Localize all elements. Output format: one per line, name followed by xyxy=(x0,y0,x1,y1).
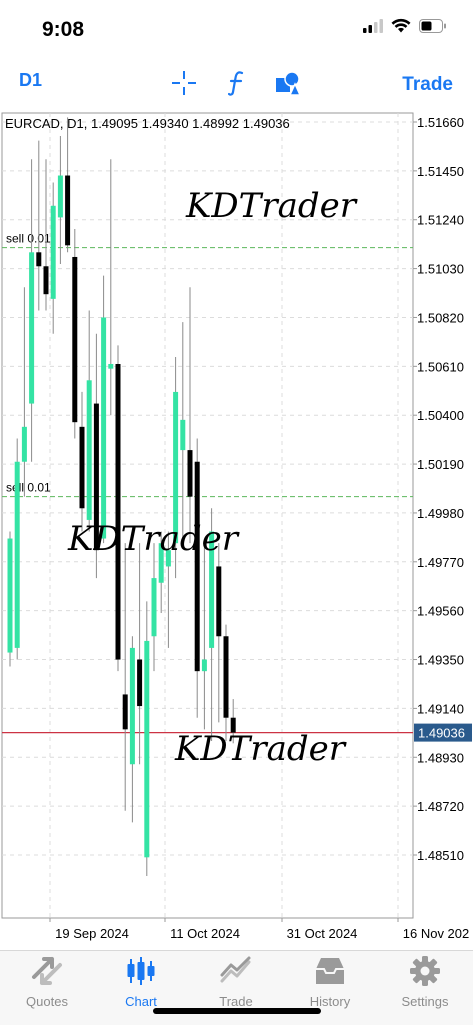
home-indicator xyxy=(153,1008,321,1014)
price-chart[interactable]: sell 0.01 sell 0.01 1.51660 1.51450 1.51240… xyxy=(0,110,473,950)
date-label: 31 Oct 2024 xyxy=(287,926,358,941)
trade-icon xyxy=(220,956,251,983)
candle xyxy=(36,252,42,267)
price-label: 1.51240 xyxy=(417,213,464,228)
price-label: 1.48930 xyxy=(417,750,464,765)
price-label: 1.50820 xyxy=(417,310,464,325)
price-label: 1.49350 xyxy=(417,653,464,668)
price-label: 1.48720 xyxy=(417,799,464,814)
candle xyxy=(216,566,222,637)
price-axis: 1.51660 1.51450 1.51240 1.51030 1.50820 1.506… xyxy=(413,115,472,863)
candle xyxy=(57,175,63,218)
chart-icon xyxy=(127,957,155,985)
chart-header: EURCAD, D1, 1.49095 1.49340 1.48992 1.49… xyxy=(5,116,290,131)
candle xyxy=(7,538,13,653)
price-label: 1.49980 xyxy=(417,506,464,521)
price-label: 1.50400 xyxy=(417,408,464,423)
price-label: 1.48510 xyxy=(417,848,464,863)
date-label: 19 Sep 2024 xyxy=(55,926,129,941)
candle xyxy=(187,450,193,497)
tab-quotes[interactable]: Quotes xyxy=(7,955,87,1009)
candle xyxy=(21,426,27,462)
price-label: 1.50190 xyxy=(417,457,464,472)
tab-label: Settings xyxy=(401,994,449,1009)
candle xyxy=(180,419,186,451)
price-label: 1.49560 xyxy=(417,604,464,619)
candlestick-chart[interactable]: sell 0.01 sell 0.01 1.51660 1.51450 1.51240… xyxy=(0,110,473,950)
date-label: 16 Nov 202 xyxy=(403,926,470,941)
candle xyxy=(201,659,207,672)
candle xyxy=(151,578,157,637)
candle xyxy=(137,659,143,707)
battery-icon xyxy=(419,18,446,33)
tab-label: Trade xyxy=(219,994,253,1009)
timeframe-button[interactable]: D1 xyxy=(19,70,42,91)
candle xyxy=(14,461,20,648)
candle xyxy=(122,694,128,730)
tab-chart[interactable]: Chart xyxy=(101,955,181,1009)
order-label[interactable]: sell 0.01 xyxy=(6,481,51,495)
function-icon[interactable] xyxy=(227,70,246,101)
candle xyxy=(86,380,92,520)
price-label: 1.51450 xyxy=(417,164,464,179)
candle xyxy=(50,205,56,299)
trade-button[interactable]: Trade xyxy=(402,74,453,96)
current-price-label: 1.49036 xyxy=(418,726,465,741)
shapes-icon[interactable] xyxy=(275,70,302,101)
tab-label: Chart xyxy=(125,994,157,1009)
candle xyxy=(29,252,35,404)
price-label: 1.51660 xyxy=(417,115,464,130)
price-label: 1.49770 xyxy=(417,555,464,570)
price-label: 1.51030 xyxy=(417,262,464,277)
watermark: KDTrader xyxy=(185,186,358,226)
tab-history[interactable]: History xyxy=(290,955,370,1009)
price-label: 1.50610 xyxy=(417,359,464,374)
tab-label: History xyxy=(309,994,351,1009)
candle xyxy=(79,426,85,509)
gear-icon xyxy=(410,956,440,986)
candle xyxy=(223,636,229,718)
status-time: 9:08 xyxy=(42,18,85,41)
candle xyxy=(101,317,107,539)
quotes-icon xyxy=(32,957,62,985)
date-label: 11 Oct 2024 xyxy=(170,926,240,941)
watermark: KDTrader xyxy=(174,729,347,769)
history-icon xyxy=(316,958,344,984)
order-label[interactable]: sell 0.01 xyxy=(6,232,51,246)
tab-trade[interactable]: Trade xyxy=(196,955,276,1009)
candle xyxy=(72,256,78,423)
candle xyxy=(43,266,49,295)
plot-frame xyxy=(1,112,414,919)
tab-settings[interactable]: Settings xyxy=(385,955,465,1009)
wifi-icon xyxy=(391,18,411,33)
candle xyxy=(194,461,200,672)
status-icons xyxy=(363,18,447,33)
candle xyxy=(108,364,114,369)
watermark: KDTrader xyxy=(67,519,240,559)
tab-label: Quotes xyxy=(26,994,68,1009)
chart-toolbar: D1 Trade xyxy=(0,60,473,110)
signal-icon xyxy=(363,18,383,33)
crosshair-icon[interactable] xyxy=(171,70,197,101)
date-axis: 19 Sep 2024 11 Oct 2024 31 Oct 2024 16 Nov … xyxy=(49,918,470,941)
candle xyxy=(115,364,121,660)
candle xyxy=(129,647,135,765)
candle xyxy=(65,175,71,246)
price-label: 1.49140 xyxy=(417,701,464,716)
candle xyxy=(144,640,150,858)
status-bar: 9:08 xyxy=(0,0,473,60)
